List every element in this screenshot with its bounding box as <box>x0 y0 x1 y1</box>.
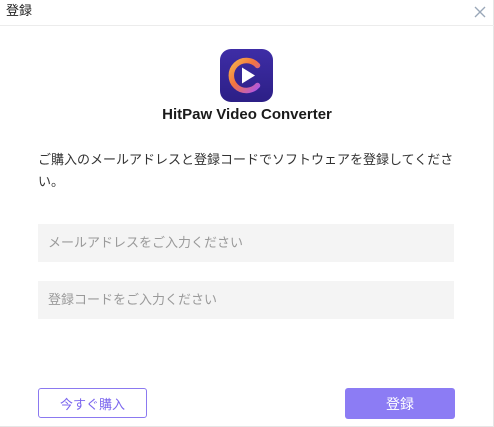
hitpaw-video-converter-logo-icon <box>220 49 273 102</box>
register-label: 登録 <box>386 396 414 413</box>
title-bar: 登録 <box>0 0 494 26</box>
email-input[interactable] <box>38 224 454 262</box>
registration-code-input[interactable] <box>38 281 454 319</box>
instruction-text: ご購入のメールアドレスと登録コードでソフトウェアを登録してください。 <box>38 153 454 190</box>
register-button[interactable]: 登録 <box>345 388 455 419</box>
buy-now-label: 今すぐ購入 <box>59 397 125 413</box>
app-logo <box>220 49 273 102</box>
buy-now-button[interactable]: 今すぐ購入 <box>38 388 147 418</box>
app-name: HitPaw Video Converter <box>162 106 332 123</box>
close-button[interactable] <box>470 3 490 21</box>
registration-dialog: 登録 HitPaw Video Converter ご購入のメールアドレスと登録… <box>0 0 494 427</box>
close-icon <box>474 6 486 18</box>
window-title: 登録 <box>6 4 33 19</box>
